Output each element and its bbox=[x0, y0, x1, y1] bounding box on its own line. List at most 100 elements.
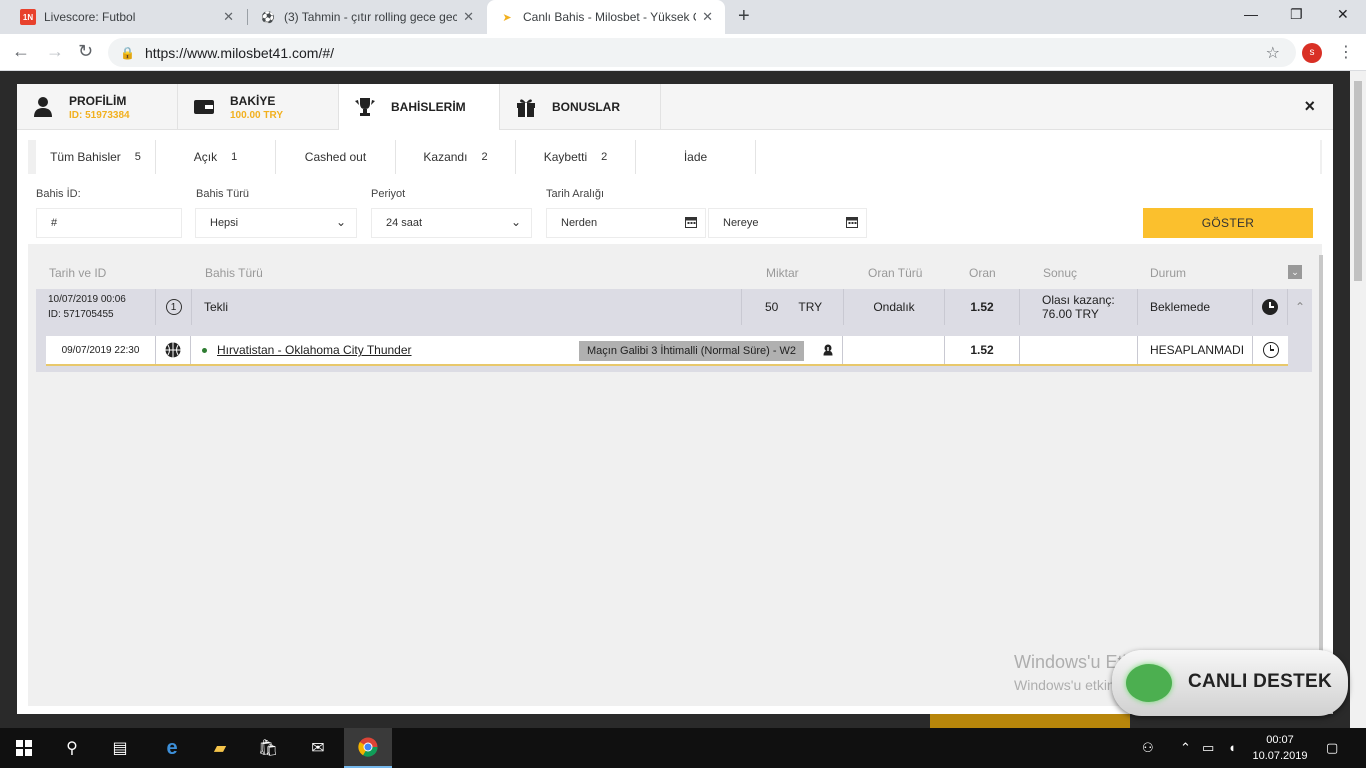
edge-icon[interactable]: e bbox=[148, 728, 196, 768]
event-info-cell bbox=[814, 336, 843, 364]
chrome-icon[interactable] bbox=[344, 728, 392, 768]
people-icon[interactable]: ⚇ bbox=[1142, 740, 1154, 756]
profile-avatar[interactable]: s bbox=[1302, 43, 1322, 63]
bet-row[interactable]: 10/07/2019 00:06 ID: 571705455 1 Tekli 5… bbox=[36, 289, 1312, 372]
modal-tab-bar: PROFİLİM ID: 51973384 BAKİYE 100.00 TRY … bbox=[17, 84, 1333, 130]
user-icon bbox=[31, 95, 55, 119]
tab-my-bets[interactable]: BAHİSLERİM bbox=[339, 84, 500, 130]
event-date-cell: 09/07/2019 22:30 bbox=[46, 336, 156, 364]
chat-bubble-icon bbox=[1126, 664, 1172, 702]
event-odds-cell: 1.52 bbox=[945, 336, 1020, 364]
calendar-icon bbox=[685, 217, 697, 228]
bet-id-input[interactable]: # bbox=[36, 208, 182, 238]
close-tab-icon[interactable]: ✕ bbox=[223, 9, 234, 25]
tray-chevron-icon[interactable]: ⌃ bbox=[1180, 740, 1191, 756]
bet-date-cell: 10/07/2019 00:06 ID: 571705455 bbox=[36, 289, 156, 325]
close-tab-icon[interactable]: ✕ bbox=[702, 9, 713, 25]
system-clock[interactable]: 00:07 10.07.2019 bbox=[1250, 732, 1310, 764]
content-scrollbar[interactable] bbox=[1319, 255, 1323, 700]
page-scrollbar[interactable] bbox=[1350, 71, 1366, 728]
network-icon[interactable]: ▭ bbox=[1202, 740, 1214, 756]
event-status-cell: HESAPLANMADI bbox=[1138, 336, 1253, 364]
filter-tab-won[interactable]: Kazandı 2 bbox=[396, 140, 516, 174]
tab-balance[interactable]: BAKİYE 100.00 TRY bbox=[178, 84, 339, 130]
account-modal: PROFİLİM ID: 51973384 BAKİYE 100.00 TRY … bbox=[17, 84, 1333, 714]
forward-icon[interactable]: → bbox=[46, 41, 64, 62]
bookmark-star-icon[interactable]: ☆ bbox=[1266, 43, 1280, 63]
file-explorer-icon[interactable]: ▰ bbox=[196, 728, 244, 768]
bet-kind-cell: 1 bbox=[156, 289, 192, 325]
date-from-input[interactable]: Nerden bbox=[546, 208, 706, 238]
live-support-button[interactable]: CANLI DESTEK bbox=[1112, 650, 1348, 716]
back-icon[interactable]: ← bbox=[12, 41, 30, 62]
filter-tab-refund[interactable]: İade bbox=[636, 140, 756, 174]
bet-filters: Bahis İD: # Bahis Türü Hepsi ⌄ Periyot 2… bbox=[28, 174, 1322, 244]
window-close-icon[interactable]: ✕ bbox=[1337, 6, 1349, 23]
windows-taskbar: ⚲ ▤ e ▰ 🛍 ✉ ⚇ ⌃ ▭ ◖ 00:07 10.07.2019 ▢ bbox=[0, 728, 1366, 768]
page-viewport: PROFİLİM ID: 51973384 BAKİYE 100.00 TRY … bbox=[0, 71, 1366, 728]
close-modal-button[interactable]: × bbox=[1304, 96, 1315, 117]
new-tab-button[interactable]: + bbox=[738, 5, 750, 28]
filter-tab-open[interactable]: Açık 1 bbox=[156, 140, 276, 174]
menu-icon[interactable]: ⋮ bbox=[1338, 42, 1354, 62]
milosbet-icon: ➤ bbox=[502, 11, 512, 24]
event-sport-cell bbox=[156, 336, 191, 364]
calendar-icon bbox=[846, 217, 858, 228]
date-to-input[interactable]: Nereye bbox=[708, 208, 867, 238]
period-select[interactable]: 24 saat ⌄ bbox=[371, 208, 532, 238]
table-header: Tarih ve ID Bahis Türü Miktar Oran Türü … bbox=[28, 255, 1322, 289]
event-link[interactable]: Hırvatistan - Oklahoma City Thunder bbox=[217, 343, 412, 357]
search-icon[interactable]: ⚲ bbox=[48, 728, 96, 768]
bets-table: Tarih ve ID Bahis Türü Miktar Oran Türü … bbox=[28, 255, 1322, 706]
collapse-all-icon[interactable]: ⌄ bbox=[1288, 265, 1302, 279]
task-view-icon[interactable]: ▤ bbox=[96, 728, 144, 768]
chevron-up-icon[interactable]: ⌃ bbox=[1288, 289, 1312, 325]
chevron-down-icon: ⌄ bbox=[335, 215, 346, 229]
url-field[interactable]: 🔒 https://www.milosbet41.com/#/ ☆ bbox=[108, 38, 1296, 67]
info-person-icon bbox=[823, 344, 833, 356]
minimize-icon[interactable]: — bbox=[1244, 6, 1258, 22]
browser-tab-tahmin[interactable]: ⚽ (3) Tahmin - çıtır rolling gece gec ✕ bbox=[248, 0, 486, 34]
windows-start-icon[interactable] bbox=[0, 728, 48, 768]
bet-type-select[interactable]: Hepsi ⌄ bbox=[195, 208, 357, 238]
bet-amount-cell: 50 TRY bbox=[742, 289, 844, 325]
browser-tab-milosbet[interactable]: ➤ Canlı Bahis - Milosbet - Yüksek O ✕ bbox=[487, 0, 725, 34]
address-bar: ← → ↻ 🔒 https://www.milosbet41.com/#/ ☆ … bbox=[0, 34, 1366, 71]
notifications-icon[interactable]: ▢ bbox=[1326, 740, 1338, 756]
browser-tab-livescore[interactable]: 1N Livescore: Futbol ✕ bbox=[8, 0, 246, 34]
1n-icon: 1N bbox=[20, 9, 36, 25]
bet-type-cell: Tekli bbox=[192, 289, 742, 325]
period-label: Periyot bbox=[371, 188, 406, 200]
store-icon[interactable]: 🛍 bbox=[244, 728, 292, 768]
bet-id-label: Bahis İD: bbox=[36, 188, 81, 200]
chevron-down-icon: ⌄ bbox=[510, 215, 521, 229]
filter-tab-lost[interactable]: Kaybetti 2 bbox=[516, 140, 636, 174]
gift-icon bbox=[514, 95, 538, 119]
date-range-label: Tarih Aralığı bbox=[546, 188, 605, 200]
close-tab-icon[interactable]: ✕ bbox=[463, 9, 474, 25]
bet-odds-cell: 1.52 bbox=[945, 289, 1020, 325]
bet-event-row: 09/07/2019 22:30 Hırvatistan - Oklahoma … bbox=[46, 336, 1288, 366]
maximize-icon[interactable]: ❐ bbox=[1290, 6, 1303, 23]
bet-status-cell: Beklemede bbox=[1138, 289, 1253, 325]
bet-status-icon-cell bbox=[1253, 289, 1288, 325]
bet-result-cell: Olası kazanç: 76.00 TRY bbox=[1020, 289, 1138, 325]
lock-icon: 🔒 bbox=[120, 45, 135, 60]
trophy-icon bbox=[353, 95, 377, 119]
soccer-ball-icon: ⚽ bbox=[261, 11, 275, 24]
tab-profile[interactable]: PROFİLİM ID: 51973384 bbox=[17, 84, 178, 130]
event-status-icon-cell bbox=[1253, 336, 1288, 364]
tab-bonuses[interactable]: BONUSLAR bbox=[500, 84, 661, 130]
wallet-icon bbox=[192, 95, 216, 119]
show-button[interactable]: GÖSTER bbox=[1143, 208, 1313, 238]
filter-tab-all[interactable]: Tüm Bahisler 5 bbox=[36, 140, 156, 174]
bets-content: Tüm Bahisler 5 Açık 1 Cashed out Kazandı 2 … bbox=[28, 140, 1323, 706]
live-dot-icon bbox=[202, 347, 207, 353]
filter-tab-cashed-out[interactable]: Cashed out bbox=[276, 140, 396, 174]
mail-icon[interactable]: ✉ bbox=[294, 728, 342, 768]
volume-icon[interactable]: ◖ bbox=[1228, 740, 1236, 755]
reload-icon[interactable]: ↻ bbox=[78, 41, 93, 62]
event-name-cell: Hırvatistan - Oklahoma City Thunder bbox=[202, 336, 572, 364]
clock-outline-icon bbox=[1262, 342, 1279, 358]
bet-filter-tabs: Tüm Bahisler 5 Açık 1 Cashed out Kazandı 2 … bbox=[36, 140, 1320, 174]
